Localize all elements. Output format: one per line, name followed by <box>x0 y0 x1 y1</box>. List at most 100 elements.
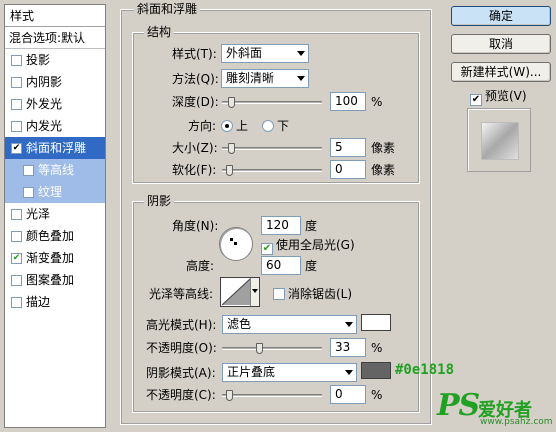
technique-select-value: 雕刻清晰 <box>226 71 275 85</box>
highlight-opacity-unit: % <box>371 341 383 355</box>
shadow-mode-select[interactable]: 正片叠底 <box>222 363 357 382</box>
shadow-opacity-unit: % <box>371 388 383 402</box>
technique-select[interactable]: 雕刻清晰 <box>221 69 309 88</box>
shadow-opacity-thumb[interactable] <box>226 390 233 401</box>
checkbox-icon[interactable] <box>23 186 34 198</box>
style-item[interactable]: 外发光 <box>5 93 105 115</box>
shadow-opacity-input[interactable]: 0 <box>330 385 366 404</box>
style-item[interactable]: 纹理 <box>5 181 105 203</box>
depth-label: 深度(D): <box>172 95 219 109</box>
style-item[interactable]: 描边 <box>5 291 105 313</box>
style-select-value: 外斜面 <box>226 46 263 60</box>
shadow-mode-label: 阴影模式(A): <box>146 366 216 380</box>
style-item[interactable]: 颜色叠加 <box>5 225 105 247</box>
new-style-button[interactable]: 新建样式(W)... <box>451 62 551 82</box>
depth-slider[interactable] <box>222 97 322 109</box>
highlight-color-swatch[interactable] <box>361 314 391 331</box>
style-item[interactable]: 等高线 <box>5 159 105 181</box>
highlight-mode-select[interactable]: 滤色 <box>222 315 357 334</box>
style-item[interactable]: 图案叠加 <box>5 269 105 291</box>
angle-input[interactable]: 120 <box>261 216 301 235</box>
shadow-mode-value: 正片叠底 <box>227 365 276 379</box>
checkbox-icon[interactable] <box>11 230 22 242</box>
soften-input[interactable]: 0 <box>330 160 366 179</box>
style-item[interactable]: 内发光 <box>5 115 105 137</box>
shadow-color-swatch[interactable] <box>361 362 391 379</box>
style-item-label: 内阴影 <box>26 75 63 89</box>
size-slider[interactable] <box>222 143 322 155</box>
radio-icon <box>262 120 274 132</box>
angle-unit: 度 <box>305 219 318 233</box>
direction-up-radio[interactable]: 上 <box>221 117 248 135</box>
direction-down-radio[interactable]: 下 <box>262 117 289 135</box>
direction-up-label: 上 <box>236 119 249 133</box>
ok-button[interactable]: 确定 <box>451 6 551 26</box>
style-item[interactable]: 内阴影 <box>5 71 105 93</box>
color-annotation: #0e1818 <box>395 362 455 378</box>
checkbox-icon[interactable] <box>11 120 22 132</box>
chevron-down-icon <box>297 51 305 56</box>
check-icon: ✔ <box>261 243 273 255</box>
checkbox-icon[interactable] <box>11 296 22 308</box>
soften-slider[interactable] <box>222 165 322 177</box>
depth-slider-thumb[interactable] <box>228 97 235 108</box>
angle-dial[interactable] <box>219 227 253 261</box>
style-item-label: 颜色叠加 <box>26 229 75 243</box>
highlight-mode-value: 滤色 <box>227 317 252 331</box>
checkbox-icon[interactable] <box>11 208 22 220</box>
shadow-opacity-slider[interactable] <box>222 390 322 402</box>
checkbox-icon[interactable] <box>23 164 34 176</box>
angle-dial-center-icon <box>234 242 237 245</box>
style-item[interactable]: ✔ 斜面和浮雕 <box>5 137 105 159</box>
technique-label: 方法(Q): <box>172 72 219 86</box>
angle-label: 角度(N): <box>172 219 219 233</box>
check-icon[interactable]: ✔ <box>11 252 22 264</box>
highlight-opacity-input[interactable]: 33 <box>330 338 366 357</box>
checkbox-icon[interactable] <box>11 76 22 88</box>
preview-swatch <box>482 123 518 159</box>
size-slider-thumb[interactable] <box>228 143 235 154</box>
altitude-input[interactable]: 60 <box>261 256 301 275</box>
blend-options-item[interactable]: 混合选项:默认 <box>5 27 105 49</box>
shadow-opacity-label: 不透明度(C): <box>146 388 216 402</box>
style-select[interactable]: 外斜面 <box>221 44 309 63</box>
highlight-opacity-label: 不透明度(O): <box>146 341 217 355</box>
cancel-button[interactable]: 取消 <box>451 34 551 54</box>
style-item-label: 光泽 <box>26 207 51 221</box>
checkbox-icon <box>273 288 285 300</box>
altitude-unit: 度 <box>305 259 318 273</box>
size-input[interactable]: 5 <box>330 138 366 157</box>
style-item-label: 等高线 <box>38 163 75 177</box>
style-item[interactable]: 光泽 <box>5 203 105 225</box>
style-item[interactable]: 投影 <box>5 49 105 71</box>
chevron-down-icon <box>252 289 258 293</box>
bevel-emboss-title: 斜面和浮雕 <box>134 2 201 16</box>
preview-label: 预览(V) <box>485 89 527 103</box>
style-item-label: 斜面和浮雕 <box>26 141 87 155</box>
check-icon: ✔ <box>470 94 482 106</box>
highlight-mode-label: 高光模式(H): <box>146 318 217 332</box>
styles-header[interactable]: 样式 <box>5 5 105 27</box>
styles-list: 样式 混合选项:默认 投影内阴影外发光内发光 ✔ 斜面和浮雕等高线纹理光泽颜色叠加 ✔… <box>4 4 106 428</box>
global-light-checkbox[interactable]: ✔ 使用全局光(G) <box>261 236 355 255</box>
altitude-label: 高度: <box>186 259 215 273</box>
contour-dropdown-button[interactable] <box>250 278 259 306</box>
gloss-contour-picker[interactable] <box>220 277 260 307</box>
depth-input[interactable]: 100 <box>330 92 366 111</box>
soften-slider-thumb[interactable] <box>226 165 233 176</box>
checkbox-icon[interactable] <box>11 274 22 286</box>
size-label: 大小(Z): <box>172 141 218 155</box>
style-item[interactable]: ✔ 渐变叠加 <box>5 247 105 269</box>
antialias-checkbox[interactable]: 消除锯齿(L) <box>273 285 352 303</box>
watermark-logo: PS <box>437 388 480 423</box>
check-icon[interactable]: ✔ <box>11 142 22 154</box>
style-item-label: 外发光 <box>26 97 63 111</box>
checkbox-icon[interactable] <box>11 98 22 110</box>
style-item-label: 图案叠加 <box>26 273 75 287</box>
highlight-opacity-thumb[interactable] <box>256 343 263 354</box>
chevron-down-icon <box>345 370 353 375</box>
highlight-opacity-slider[interactable] <box>222 343 322 355</box>
size-unit: 像素 <box>371 141 396 155</box>
preview-checkbox[interactable]: ✔ 预览(V) <box>470 87 527 106</box>
checkbox-icon[interactable] <box>11 54 22 66</box>
